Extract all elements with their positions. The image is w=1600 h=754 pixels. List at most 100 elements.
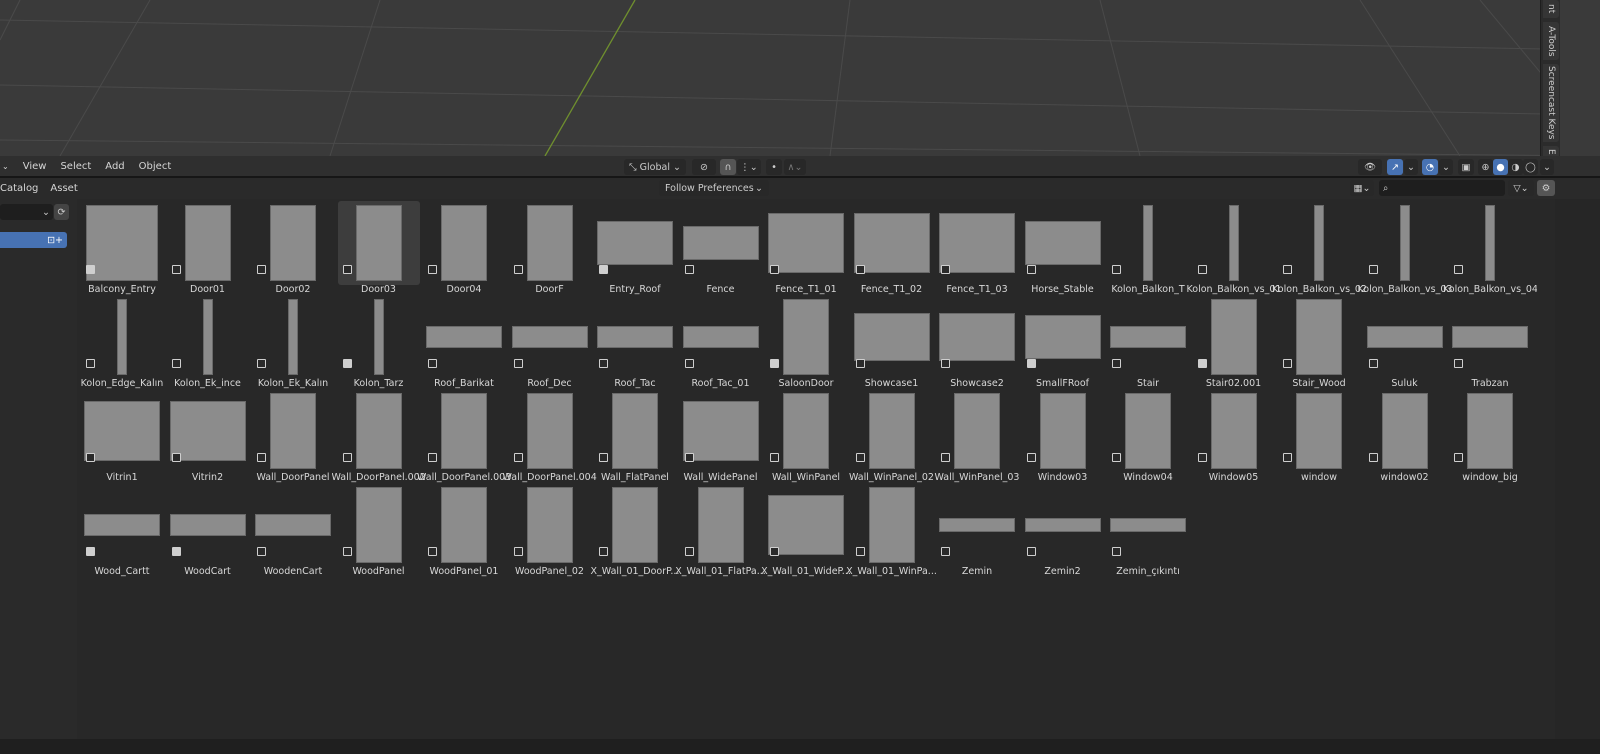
asset-tile[interactable]: Wall_DoorPanel [252,389,334,483]
rendered-shading[interactable]: ◯ [1523,159,1538,175]
refresh-icon[interactable]: ⟳ [54,204,69,220]
asset-tile[interactable]: Fence [680,201,762,295]
asset-tile[interactable]: Kolon_Ek_ince [167,295,249,389]
asset-tile[interactable]: X_Wall_01_WinPa... [846,483,937,577]
menu-object[interactable]: Object [135,161,176,172]
asset-tile[interactable]: Fence_T1_01 [765,201,847,295]
asset-tile[interactable]: Wall_FlatPanel [594,389,676,483]
transform-orientation-dropdown[interactable]: ⤡ Global ⌄ [624,159,686,175]
asset-tile[interactable]: SaloonDoor [765,295,847,389]
asset-tile[interactable]: Kolon_Balkon_vs_02 [1272,201,1366,295]
asset-tile[interactable]: Wall_WinPanel_03 [935,389,1019,483]
overlays-dropdown[interactable]: ⌄ [1439,159,1453,175]
menu-view[interactable]: View [19,161,51,172]
wireframe-shading[interactable]: ⊕ [1478,159,1493,175]
asset-tile[interactable]: window02 [1364,389,1446,483]
asset-tile[interactable]: Door04 [423,201,505,295]
asset-tile[interactable]: WoodenCart [252,483,334,577]
asset-tile[interactable]: window [1278,389,1360,483]
asset-tile[interactable]: X_Wall_01_WideP... [761,483,851,577]
asset-tile[interactable]: X_Wall_01_FlatPa... [675,483,766,577]
asset-tile[interactable]: Wood_Cartt [81,483,163,577]
solid-shading[interactable]: ● [1493,159,1508,175]
asset-tile[interactable]: Wall_WinPanel [765,389,847,483]
asset-tile[interactable]: Kolon_Balkon_T [1107,201,1189,295]
menu-catalog[interactable]: Catalog [0,183,42,194]
import-method-dropdown[interactable]: Follow Preferences ⌄ [659,180,769,196]
filter-dropdown[interactable]: ▽⌄ [1508,180,1534,196]
falloff-dropdown[interactable]: ∧⌄ [784,159,806,175]
asset-tile[interactable]: window_big [1449,389,1531,483]
asset-tile[interactable]: Fence_T1_03 [936,201,1018,295]
gizmo-toggle[interactable]: ↗ [1387,159,1403,175]
asset-tile[interactable]: Roof_Tac [594,295,676,389]
asset-tile[interactable]: Showcase2 [936,295,1018,389]
tab-screencast-keys[interactable]: Screencast Keys [1543,64,1559,142]
shading-dropdown[interactable]: ⌄ [1540,159,1554,175]
asset-tile[interactable]: Door01 [167,201,249,295]
asset-tile[interactable]: Wall_DoorPanel.004 [503,389,597,483]
asset-tile[interactable]: Kolon_Balkon_vs_03 [1358,201,1452,295]
asset-tile[interactable]: Kolon_Ek_Kalın [252,295,334,389]
asset-tile[interactable]: WoodPanel_02 [509,483,591,577]
asset-tile[interactable]: Kolon_Edge_Kalın [81,295,163,389]
asset-tile[interactable]: X_Wall_01_DoorP... [591,483,679,577]
proportional-edit-toggle[interactable]: • [766,159,782,175]
asset-tile[interactable]: Stair [1107,295,1189,389]
asset-tile[interactable]: Roof_Tac_01 [680,295,762,389]
asset-tile[interactable]: Showcase1 [851,295,933,389]
gear-icon[interactable]: ⚙ [1537,180,1555,196]
asset-tile[interactable]: Roof_Dec [509,295,591,389]
catalog-all[interactable]: ⊡+ [0,232,67,248]
chevron-down-icon[interactable]: ⌄ [2,162,9,171]
asset-tile[interactable]: Suluk [1364,295,1446,389]
asset-tile[interactable]: Kolon_Tarz [338,295,420,389]
asset-tile[interactable]: Door02 [252,201,334,295]
asset-tile[interactable]: Wall_DoorPanel.003 [417,389,511,483]
3d-viewport[interactable]: nt A-Tools Screencast Keys E [0,0,1600,156]
asset-tile[interactable]: Door03 [337,201,420,295]
asset-tile[interactable]: Kolon_Balkon_vs_04 [1443,201,1537,295]
asset-tile[interactable]: Trabzan [1449,295,1531,389]
xray-toggle[interactable]: ▣ [1458,159,1474,175]
asset-tile[interactable]: Horse_Stable [1022,201,1104,295]
asset-tile[interactable]: Wall_WinPanel_02 [849,389,934,483]
asset-tile[interactable]: Zemin [936,483,1018,577]
asset-tile[interactable]: WoodPanel [338,483,420,577]
tab-a-tools[interactable]: A-Tools [1543,22,1559,60]
asset-scroll-area[interactable] [1555,199,1600,739]
asset-tile[interactable]: Wall_WidePanel [680,389,762,483]
asset-tile[interactable]: Vitrin1 [81,389,163,483]
material-shading[interactable]: ◑ [1508,159,1523,175]
new-catalog-icon[interactable]: ⊡+ [47,235,63,246]
asset-tile[interactable]: Wall_DoorPanel.002 [332,389,426,483]
asset-tile[interactable]: WoodCart [167,483,249,577]
asset-tile[interactable]: Balcony_Entry [81,201,163,295]
asset-tile[interactable]: SmallFRoof [1022,295,1104,389]
snap-target-dropdown[interactable]: ⋮⌄ [737,159,761,175]
overlays-toggle[interactable]: ◔ [1422,159,1438,175]
search-input[interactable]: ⌕ [1379,180,1505,196]
asset-tile[interactable]: DoorF [509,201,591,295]
asset-tile[interactable]: Vitrin2 [167,389,249,483]
menu-select[interactable]: Select [56,161,95,172]
tab-item[interactable]: nt [1543,0,1559,18]
gizmo-dropdown[interactable]: ⌄ [1404,159,1418,175]
display-mode-dropdown[interactable]: ▦⌄ [1350,180,1374,196]
asset-tile[interactable]: WoodPanel_01 [423,483,505,577]
asset-tile[interactable]: Entry_Roof [594,201,676,295]
visibility-dropdown[interactable]: 👁 [1358,159,1382,175]
menu-asset[interactable]: Asset [46,183,81,194]
asset-tile[interactable]: Window05 [1193,389,1275,483]
tab-e[interactable]: E [1543,146,1559,156]
asset-tile[interactable]: Roof_Barikat [423,295,505,389]
asset-tile[interactable]: Window04 [1107,389,1189,483]
asset-tile[interactable]: Window03 [1022,389,1104,483]
asset-tile[interactable]: Zemin2 [1022,483,1104,577]
menu-add[interactable]: Add [101,161,128,172]
asset-tile[interactable]: Kolon_Balkon_vs_01 [1187,201,1281,295]
asset-tile[interactable]: Fence_T1_02 [851,201,933,295]
asset-tile[interactable]: Stair_Wood [1278,295,1360,389]
snap-toggle[interactable]: ∩ [720,159,736,175]
asset-tile[interactable]: Zemin_çıkıntı [1107,483,1189,577]
